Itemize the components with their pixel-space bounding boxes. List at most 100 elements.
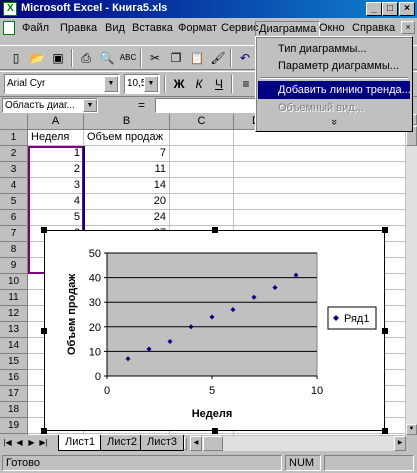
align-left-icon[interactable]: ≡ bbox=[236, 74, 256, 94]
row-header-2[interactable]: 2 bbox=[0, 146, 28, 162]
grid-cell[interactable] bbox=[170, 194, 234, 210]
underline-button[interactable]: Ч bbox=[209, 74, 229, 94]
row-header-16[interactable]: 16 bbox=[0, 370, 28, 386]
menu-chart[interactable]: Диаграмма bbox=[255, 21, 321, 37]
grid-cell[interactable] bbox=[170, 130, 234, 146]
cell-a6[interactable]: 5 bbox=[28, 210, 84, 226]
row-header-13[interactable]: 13 bbox=[0, 322, 28, 338]
excel-app-icon[interactable] bbox=[3, 2, 17, 16]
row-header-8[interactable]: 8 bbox=[0, 242, 28, 258]
font-name-combo[interactable]: Arial Cyr ▼ bbox=[4, 74, 120, 94]
cell-a4[interactable]: 3 bbox=[28, 178, 84, 194]
row-header-1[interactable]: 1 bbox=[0, 130, 28, 146]
row-header-14[interactable]: 14 bbox=[0, 338, 28, 354]
sheet-tab-2[interactable]: Лист2 bbox=[100, 435, 145, 451]
resize-handle-b[interactable] bbox=[212, 428, 218, 434]
grid-cell[interactable] bbox=[234, 210, 406, 226]
horizontal-scrollbar[interactable]: ◀ ▶ bbox=[190, 436, 406, 451]
column-header-c[interactable]: C bbox=[170, 114, 234, 130]
resize-handle-r[interactable] bbox=[382, 328, 388, 334]
cell-a1[interactable]: Неделя bbox=[28, 130, 84, 146]
sheet-tab-3[interactable]: Лист3 bbox=[140, 435, 185, 451]
row-header-9[interactable]: 9 bbox=[0, 258, 28, 274]
format-painter-icon[interactable]: 🖌 bbox=[208, 48, 228, 68]
row-header-5[interactable]: 5 bbox=[0, 194, 28, 210]
resize-handle-br[interactable] bbox=[382, 428, 388, 434]
cut-icon[interactable]: ✂ bbox=[145, 48, 165, 68]
bold-button[interactable]: Ж bbox=[169, 74, 189, 94]
save-icon[interactable]: ▣ bbox=[48, 48, 68, 68]
font-name-dropdown-icon[interactable]: ▼ bbox=[104, 76, 118, 92]
maximize-button[interactable]: □ bbox=[382, 2, 398, 16]
grid-cell[interactable] bbox=[170, 162, 234, 178]
menu-help[interactable]: Справка bbox=[349, 21, 398, 37]
open-folder-icon[interactable]: 📂 bbox=[27, 48, 47, 68]
close-button[interactable]: × bbox=[399, 2, 415, 16]
scroll-right-icon[interactable]: ▶ bbox=[394, 436, 406, 451]
row-header-4[interactable]: 4 bbox=[0, 178, 28, 194]
select-all-corner[interactable] bbox=[0, 114, 28, 130]
row-header-6[interactable]: 6 bbox=[0, 210, 28, 226]
row-header-17[interactable]: 17 bbox=[0, 386, 28, 402]
menu-edit[interactable]: Правка bbox=[57, 21, 100, 37]
print-preview-icon[interactable]: 🔍 bbox=[97, 48, 117, 68]
row-header-10[interactable]: 10 bbox=[0, 274, 28, 290]
undo-icon[interactable]: ↶ bbox=[235, 48, 255, 68]
menu-file[interactable]: Файл bbox=[19, 21, 52, 37]
cell-a5[interactable]: 4 bbox=[28, 194, 84, 210]
prev-sheet-icon[interactable]: ◀ bbox=[14, 437, 25, 450]
name-box-dropdown-icon[interactable]: ▼ bbox=[83, 99, 97, 112]
column-header-b[interactable]: B bbox=[84, 114, 170, 130]
cell-b2[interactable]: 7 bbox=[84, 146, 170, 162]
sheet-tab-1[interactable]: Лист1 bbox=[58, 435, 103, 451]
last-sheet-icon[interactable]: ▶| bbox=[38, 437, 49, 450]
menu-window[interactable]: Окно bbox=[316, 21, 348, 37]
cell-b4[interactable]: 14 bbox=[84, 178, 170, 194]
grid-cell[interactable] bbox=[234, 178, 406, 194]
grid-cell[interactable] bbox=[170, 210, 234, 226]
resize-handle-tl[interactable] bbox=[41, 227, 47, 233]
spelling-icon[interactable]: ABC bbox=[118, 48, 138, 68]
cell-a2[interactable]: 1 bbox=[28, 146, 84, 162]
grid-cell[interactable] bbox=[234, 194, 406, 210]
resize-handle-t[interactable] bbox=[212, 227, 218, 233]
name-box[interactable]: Область диаг... ▼ bbox=[2, 98, 98, 113]
expand-menu-icon[interactable]: » bbox=[327, 46, 341, 198]
grid-cell[interactable] bbox=[170, 178, 234, 194]
grid-cell[interactable] bbox=[234, 146, 406, 162]
resize-handle-bl[interactable] bbox=[41, 428, 47, 434]
scroll-left-icon[interactable]: ◀ bbox=[190, 436, 202, 451]
minimize-button[interactable]: _ bbox=[366, 2, 382, 16]
new-file-icon[interactable]: ▯ bbox=[6, 48, 26, 68]
row-header-3[interactable]: 3 bbox=[0, 162, 28, 178]
menu-format[interactable]: Формат bbox=[175, 21, 220, 37]
copy-icon[interactable]: ❐ bbox=[166, 48, 186, 68]
row-header-18[interactable]: 18 bbox=[0, 402, 28, 418]
print-icon[interactable]: ⎙ bbox=[76, 48, 96, 68]
cell-b6[interactable]: 24 bbox=[84, 210, 170, 226]
resize-handle-tr[interactable] bbox=[382, 227, 388, 233]
next-sheet-icon[interactable]: ▶ bbox=[26, 437, 37, 450]
font-size-combo[interactable]: 10,5 ▼ bbox=[124, 74, 160, 94]
row-header-7[interactable]: 7 bbox=[0, 226, 28, 242]
chart-object[interactable]: 0 10 20 30 40 50 0 5 10 Неделя Объем продаж Ряд1 bbox=[44, 230, 385, 431]
column-header-a[interactable]: A bbox=[28, 114, 84, 130]
grid-cell[interactable] bbox=[170, 146, 234, 162]
h-scroll-thumb[interactable] bbox=[203, 436, 223, 451]
grid-cell[interactable] bbox=[234, 162, 406, 178]
vertical-scrollbar[interactable]: ▲ ▼ bbox=[406, 114, 417, 435]
document-icon[interactable] bbox=[3, 21, 15, 35]
doc-close-button[interactable]: × bbox=[401, 21, 415, 34]
tab-splitter[interactable] bbox=[184, 437, 187, 450]
row-header-12[interactable]: 12 bbox=[0, 306, 28, 322]
equals-button[interactable]: = bbox=[138, 98, 150, 112]
menu-insert[interactable]: Вставка bbox=[129, 21, 176, 37]
cell-b3[interactable]: 11 bbox=[84, 162, 170, 178]
row-header-19[interactable]: 19 bbox=[0, 418, 28, 434]
scroll-down-icon[interactable]: ▼ bbox=[406, 424, 417, 435]
cell-b5[interactable]: 20 bbox=[84, 194, 170, 210]
resize-handle-l[interactable] bbox=[41, 328, 47, 334]
cell-a3[interactable]: 2 bbox=[28, 162, 84, 178]
row-header-11[interactable]: 11 bbox=[0, 290, 28, 306]
cell-b1[interactable]: Объем продаж bbox=[84, 130, 170, 146]
